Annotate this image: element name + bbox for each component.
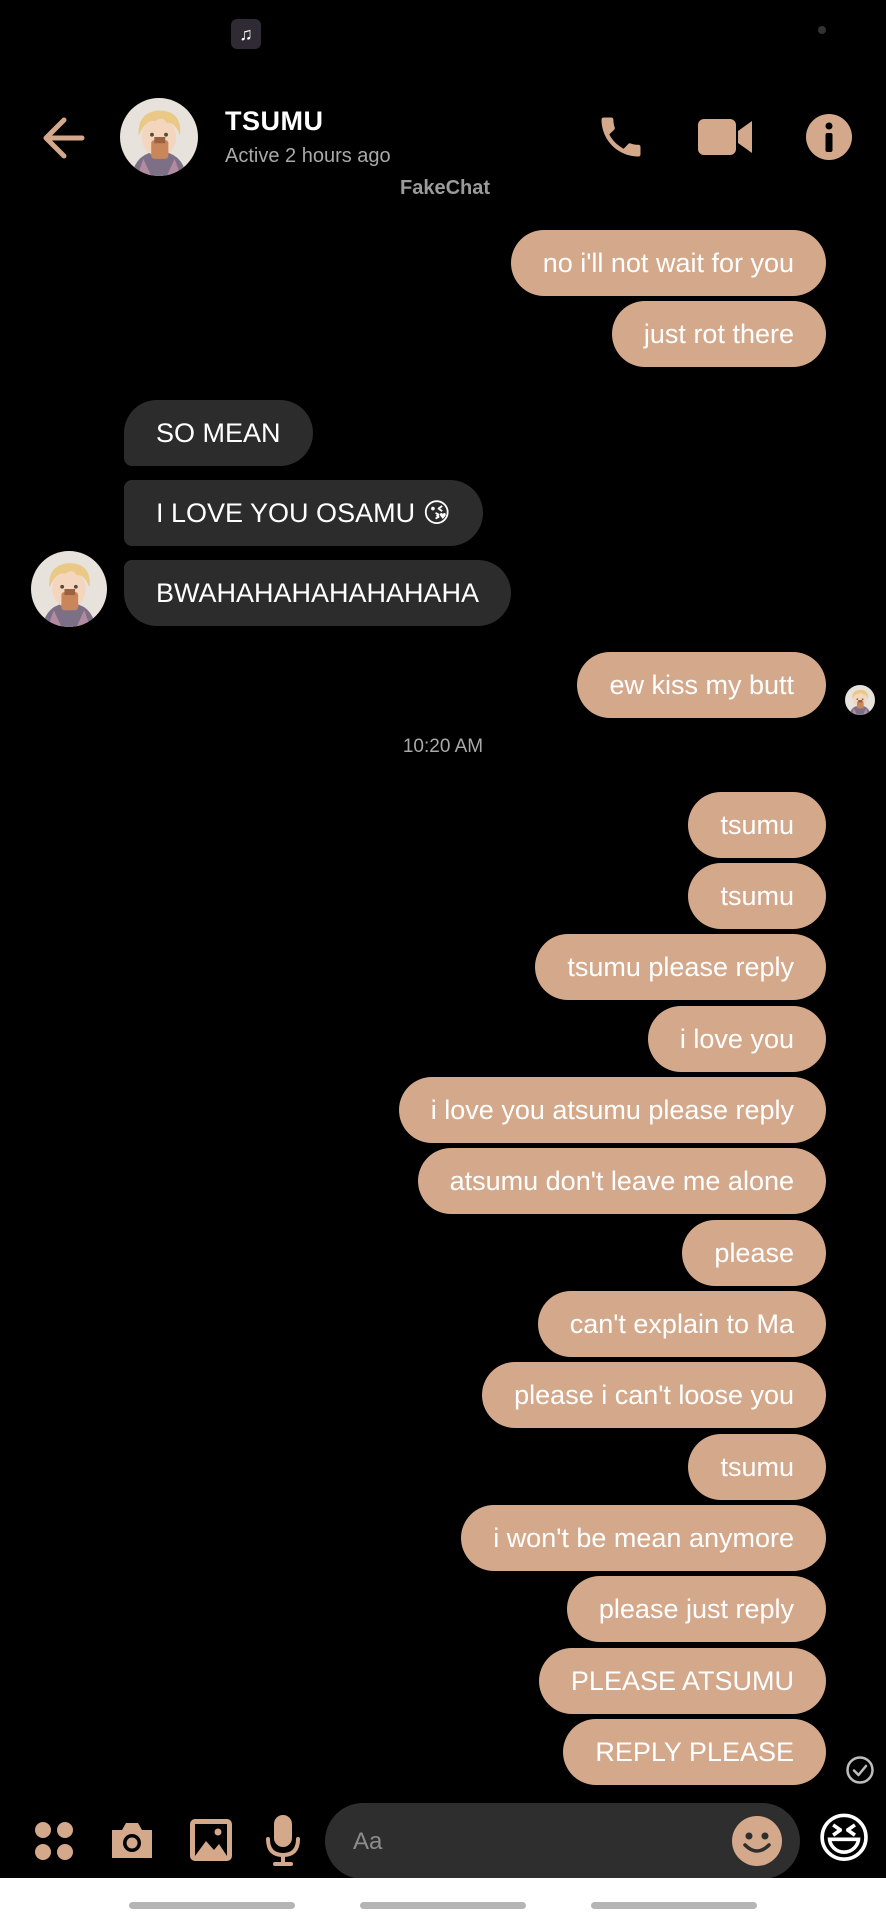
outgoing-message[interactable]: tsumu please reply — [535, 934, 826, 1000]
app-watermark: FakeChat — [400, 177, 491, 199]
outgoing-message[interactable]: i love you atsumu please reply — [398, 1077, 826, 1143]
laughing-emoji-icon[interactable]: 😆 — [813, 1808, 875, 1870]
outgoing-message[interactable]: no i'll not wait for you — [510, 230, 826, 296]
camera-icon[interactable] — [108, 1818, 156, 1862]
sent-check-icon — [846, 1756, 874, 1784]
outgoing-message[interactable]: tsumu — [688, 792, 826, 858]
incoming-message[interactable]: BWAHAHAHAHAHAHAHA — [124, 560, 512, 626]
music-note-icon: ♫ — [231, 19, 261, 49]
outgoing-message[interactable]: please i can't loose you — [482, 1362, 826, 1428]
incoming-message[interactable]: I LOVE YOU OSAMU 😘 — [124, 480, 483, 546]
outgoing-message[interactable]: atsumu don't leave me alone — [417, 1148, 826, 1214]
message-timestamp: 10:20 AM — [402, 736, 484, 757]
smiley-icon[interactable] — [731, 1815, 783, 1867]
apps-grid-icon[interactable] — [33, 1820, 75, 1862]
outgoing-message[interactable]: please just reply — [566, 1576, 826, 1642]
outgoing-message[interactable]: REPLY PLEASE — [563, 1719, 826, 1785]
contact-active-status: Active 2 hours ago — [225, 145, 391, 167]
contact-name[interactable]: TSUMU — [225, 106, 324, 137]
system-navigation-bar — [0, 1878, 886, 1920]
nav-back-pill[interactable] — [591, 1902, 757, 1909]
video-camera-icon[interactable] — [696, 115, 754, 159]
outgoing-message[interactable]: PLEASE ATSUMU — [538, 1648, 826, 1714]
outgoing-message[interactable]: just rot there — [611, 301, 826, 367]
back-arrow-icon[interactable] — [38, 108, 98, 168]
image-icon[interactable] — [188, 1817, 234, 1863]
outgoing-message[interactable]: tsumu — [688, 863, 826, 929]
info-icon[interactable] — [805, 113, 853, 161]
outgoing-message[interactable]: can't explain to Ma — [537, 1291, 826, 1357]
outgoing-message[interactable]: tsumu — [688, 1434, 826, 1500]
microphone-icon[interactable] — [264, 1813, 302, 1869]
phone-icon[interactable] — [595, 110, 647, 164]
nav-recents-pill[interactable] — [129, 1902, 295, 1909]
sender-avatar[interactable] — [31, 551, 107, 627]
contact-avatar[interactable] — [120, 98, 198, 176]
nav-home-pill[interactable] — [360, 1902, 526, 1909]
incoming-message[interactable]: SO MEAN — [124, 400, 313, 466]
message-input-container[interactable] — [325, 1803, 800, 1881]
outgoing-message[interactable]: i love you — [647, 1006, 826, 1072]
outgoing-message[interactable]: ew kiss my butt — [577, 652, 826, 718]
message-input[interactable] — [351, 1803, 725, 1881]
read-receipt-avatar — [845, 685, 875, 715]
status-indicator — [818, 26, 826, 34]
outgoing-message[interactable]: please — [682, 1220, 826, 1286]
outgoing-message[interactable]: i won't be mean anymore — [461, 1505, 826, 1571]
